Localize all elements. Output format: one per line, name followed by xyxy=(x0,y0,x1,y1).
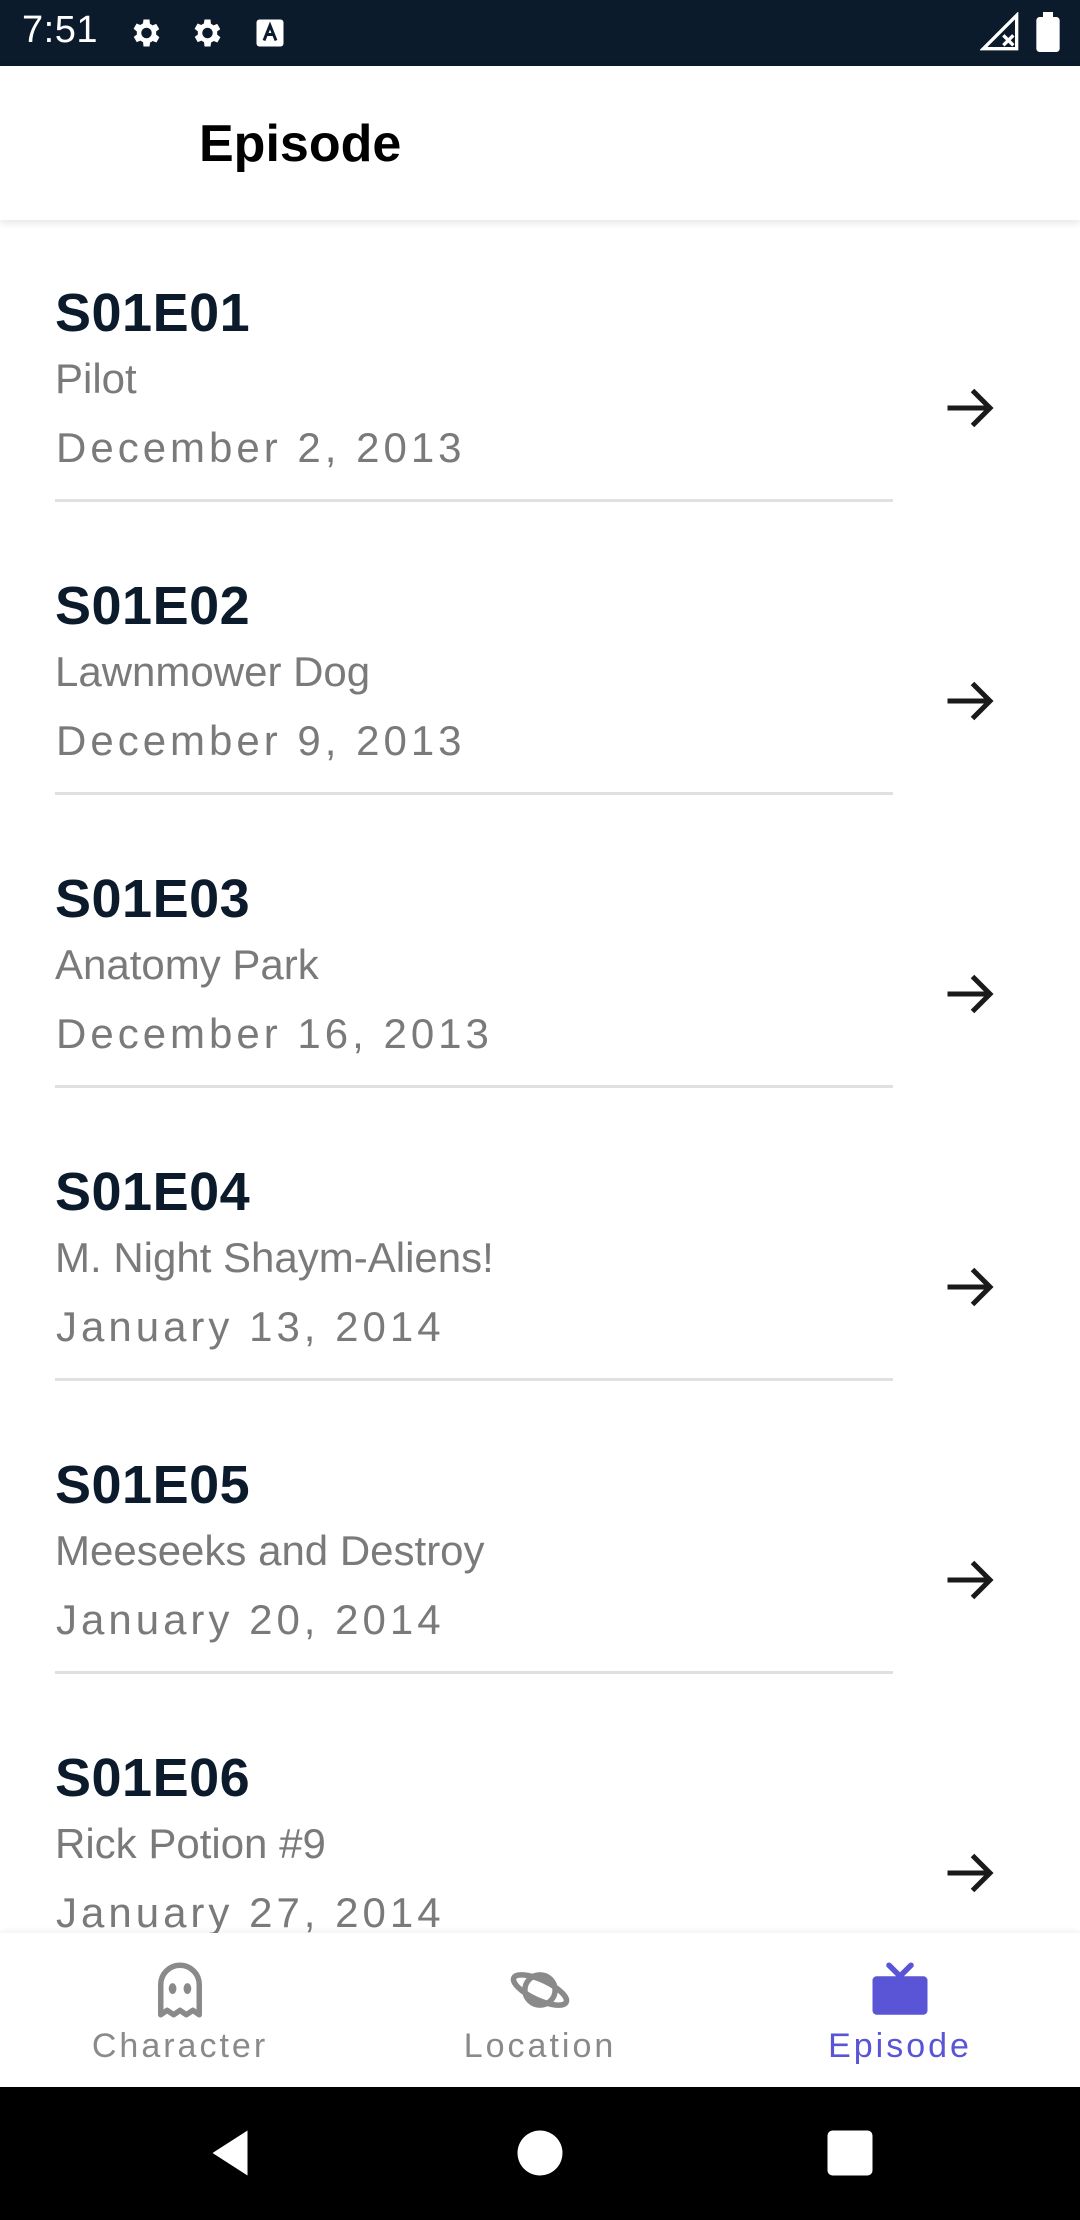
nav-item-character[interactable]: Character xyxy=(0,1933,360,2087)
episode-code: S01E03 xyxy=(55,869,251,929)
episode-air-date: January 20, 2014 xyxy=(56,1596,445,1643)
divider xyxy=(55,1378,893,1381)
episode-list-item[interactable]: S01E04 M. Night Shaym-Aliens! January 13… xyxy=(0,1099,1080,1392)
divider xyxy=(55,792,893,795)
home-icon[interactable] xyxy=(510,2123,570,2183)
episode-code: S01E04 xyxy=(55,1162,251,1222)
arrow-right-icon[interactable] xyxy=(940,1550,1000,1610)
nav-item-episode[interactable]: Episode xyxy=(720,1933,1080,2087)
status-bar: 7:51 xyxy=(0,0,1080,66)
nav-label-character: Character xyxy=(91,2027,269,2065)
episode-code: S01E02 xyxy=(55,576,251,636)
divider xyxy=(55,499,893,502)
episode-air-date: December 2, 2013 xyxy=(56,424,466,471)
page-title: Episode xyxy=(199,115,402,173)
nav-label-location: Location xyxy=(463,2027,617,2065)
episode-list-item[interactable]: S01E06 Rick Potion #9 January 27, 2014 xyxy=(0,1685,1080,1933)
episode-air-date: January 13, 2014 xyxy=(56,1303,445,1350)
gear-icon xyxy=(194,19,221,47)
status-time: 7:51 xyxy=(22,9,98,51)
episode-name: Pilot xyxy=(55,355,137,402)
episode-air-date: December 9, 2013 xyxy=(56,717,466,764)
planet-icon xyxy=(510,1972,570,2008)
recents-icon[interactable] xyxy=(820,2123,880,2183)
episode-air-date: January 27, 2014 xyxy=(56,1889,445,1933)
episode-list[interactable]: S01E01 Pilot December 2, 2013 S01E02 Law… xyxy=(0,220,1080,1933)
ghost-icon xyxy=(158,1962,202,2018)
arrow-right-icon[interactable] xyxy=(940,378,1000,438)
font-a-icon xyxy=(256,19,284,47)
arrow-right-icon[interactable] xyxy=(940,1843,1000,1903)
episode-name: Lawnmower Dog xyxy=(55,648,371,695)
episode-code: S01E01 xyxy=(55,283,251,343)
gear-icon xyxy=(133,19,160,47)
bottom-navigation: Character Location Episode xyxy=(0,1933,1080,2087)
episode-list-item[interactable]: S01E05 Meeseeks and Destroy January 20, … xyxy=(0,1392,1080,1685)
arrow-right-icon[interactable] xyxy=(940,964,1000,1024)
tv-icon xyxy=(872,1962,928,2015)
signal-icon xyxy=(980,12,1019,51)
arrow-right-icon[interactable] xyxy=(940,671,1000,731)
episode-name: Meeseeks and Destroy xyxy=(55,1527,485,1574)
episode-list-item[interactable]: S01E03 Anatomy Park December 16, 2013 xyxy=(0,806,1080,1099)
divider xyxy=(55,1671,893,1674)
divider xyxy=(55,1085,893,1088)
episode-name: M. Night Shaym-Aliens! xyxy=(55,1234,494,1281)
battery-icon xyxy=(1036,12,1060,52)
episode-air-date: December 16, 2013 xyxy=(56,1010,493,1057)
episode-name: Rick Potion #9 xyxy=(55,1820,326,1867)
system-navigation-bar xyxy=(0,2087,1080,2220)
nav-item-location[interactable]: Location xyxy=(360,1933,720,2087)
episode-list-item[interactable]: S01E02 Lawnmower Dog December 9, 2013 xyxy=(0,513,1080,806)
app-bar: Episode xyxy=(0,66,1080,220)
nav-label-episode: Episode xyxy=(828,2027,972,2065)
arrow-right-icon[interactable] xyxy=(940,1257,1000,1317)
episode-code: S01E05 xyxy=(55,1455,251,1515)
back-icon[interactable] xyxy=(200,2123,260,2183)
episode-code: S01E06 xyxy=(55,1748,251,1808)
episode-list-item[interactable]: S01E01 Pilot December 2, 2013 xyxy=(0,220,1080,513)
episode-name: Anatomy Park xyxy=(55,941,319,988)
